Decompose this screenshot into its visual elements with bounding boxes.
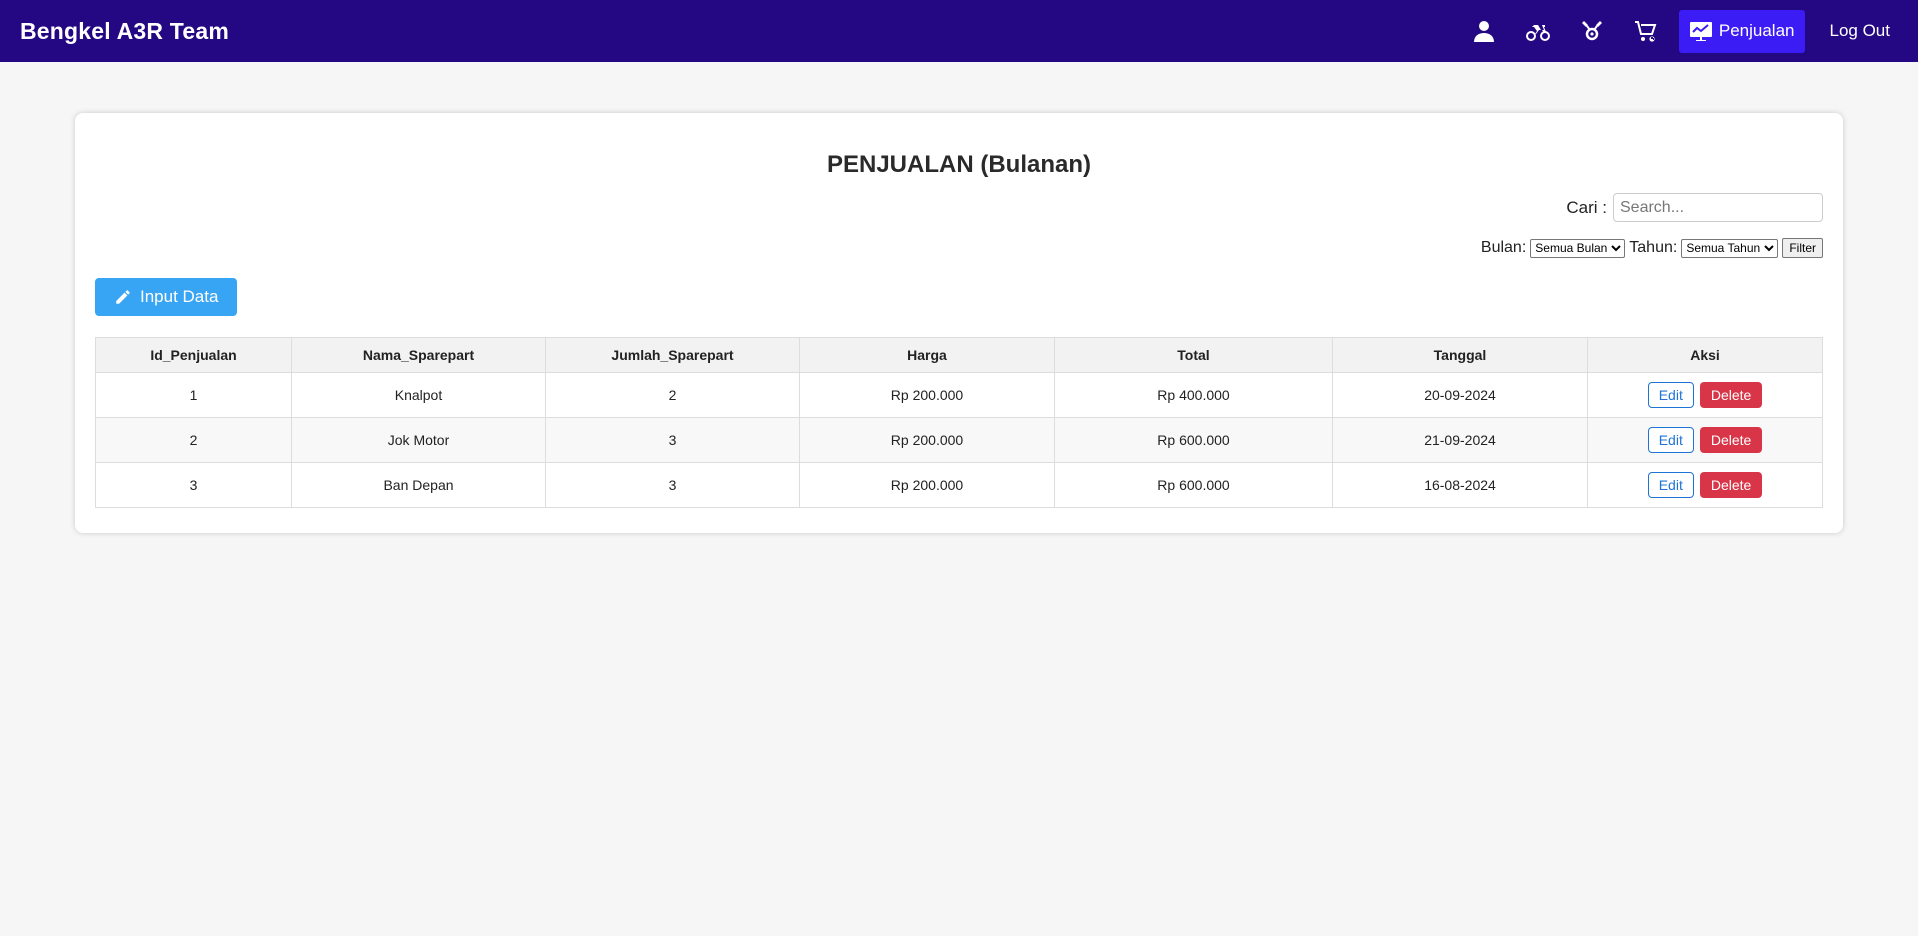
cell-total: Rp 600.000 xyxy=(1054,417,1333,463)
edit-button[interactable]: Edit xyxy=(1647,427,1694,453)
filter-row: Bulan: Semua Bulan Tahun: Semua Tahun Fi… xyxy=(95,238,1823,258)
logout-link[interactable]: Log Out xyxy=(1830,21,1891,41)
cell-harga: Rp 200.000 xyxy=(799,417,1055,463)
cell-tanggal: 16-08-2024 xyxy=(1332,462,1588,508)
nav-cart-link[interactable] xyxy=(1619,9,1673,53)
cell-harga: Rp 200.000 xyxy=(799,372,1055,418)
edit-button[interactable]: Edit xyxy=(1647,382,1694,408)
cell-nama: Jok Motor xyxy=(291,417,546,463)
top-navbar: Bengkel A3R Team Penjualan Log Out xyxy=(0,0,1918,62)
pencil-icon xyxy=(116,290,130,304)
sparepart-icon xyxy=(1581,21,1602,41)
cell-tanggal: 20-09-2024 xyxy=(1332,372,1588,418)
col-nama: Nama_Sparepart xyxy=(291,337,546,373)
search-label: Cari : xyxy=(1566,197,1607,217)
motorcycle-icon xyxy=(1525,25,1550,41)
cell-jumlah: 2 xyxy=(545,372,800,418)
cell-id: 3 xyxy=(95,462,292,508)
cell-total: Rp 600.000 xyxy=(1054,462,1333,508)
nav-penjualan-link[interactable]: Penjualan xyxy=(1678,9,1805,53)
table-row: 1 Knalpot 2 Rp 200.000 Rp 400.000 20-09-… xyxy=(95,372,1823,418)
tahun-select[interactable]: Semua Tahun xyxy=(1681,238,1779,258)
nav-penjualan-label: Penjualan xyxy=(1718,21,1795,40)
col-total: Total xyxy=(1054,337,1333,373)
nav-sparepart-link[interactable] xyxy=(1565,9,1619,53)
col-aksi: Aksi xyxy=(1587,337,1823,373)
delete-button[interactable]: Delete xyxy=(1699,472,1763,498)
user-icon xyxy=(1473,21,1494,42)
cell-nama: Ban Depan xyxy=(291,462,546,508)
table-row: 2 Jok Motor 3 Rp 200.000 Rp 600.000 21-0… xyxy=(95,417,1823,463)
col-harga: Harga xyxy=(799,337,1055,373)
col-jumlah: Jumlah_Sparepart xyxy=(545,337,800,373)
tahun-label: Tahun: xyxy=(1629,239,1678,256)
cell-jumlah: 3 xyxy=(545,417,800,463)
page-title: PENJUALAN (Bulanan) xyxy=(826,151,1091,178)
search-input[interactable] xyxy=(1613,193,1823,222)
input-data-label: Input Data xyxy=(140,287,219,306)
table-row: 3 Ban Depan 3 Rp 200.000 Rp 600.000 16-0… xyxy=(95,462,1823,508)
cell-id: 1 xyxy=(95,372,292,418)
sales-chart-icon xyxy=(1689,22,1712,41)
nav-links: Penjualan Log Out xyxy=(1457,0,1898,62)
col-id: Id_Penjualan xyxy=(95,337,292,373)
nav-motor-link[interactable] xyxy=(1511,9,1565,53)
sales-table: Id_Penjualan Nama_Sparepart Jumlah_Spare… xyxy=(95,337,1823,508)
bulan-select[interactable]: Semua Bulan xyxy=(1530,238,1626,258)
table-header-row: Id_Penjualan Nama_Sparepart Jumlah_Spare… xyxy=(95,337,1823,373)
filter-button[interactable]: Filter xyxy=(1782,238,1823,258)
bulan-label: Bulan: xyxy=(1480,239,1527,256)
cell-aksi: Edit Delete xyxy=(1587,417,1823,463)
cell-nama: Knalpot xyxy=(291,372,546,418)
sales-card: PENJUALAN (Bulanan) Cari : Bulan: Semua … xyxy=(75,113,1843,533)
delete-button[interactable]: Delete xyxy=(1699,427,1763,453)
delete-button[interactable]: Delete xyxy=(1699,382,1763,408)
cell-total: Rp 400.000 xyxy=(1054,372,1333,418)
cart-icon xyxy=(1634,21,1657,42)
cell-harga: Rp 200.000 xyxy=(799,462,1055,508)
cell-tanggal: 21-09-2024 xyxy=(1332,417,1588,463)
brand-title[interactable]: Bengkel A3R Team xyxy=(20,18,229,45)
input-data-button[interactable]: Input Data xyxy=(95,278,238,316)
cell-aksi: Edit Delete xyxy=(1587,462,1823,508)
cell-aksi: Edit Delete xyxy=(1587,372,1823,418)
cell-id: 2 xyxy=(95,417,292,463)
nav-user-link[interactable] xyxy=(1457,9,1511,53)
col-tanggal: Tanggal xyxy=(1332,337,1588,373)
search-row: Cari : xyxy=(95,193,1823,222)
edit-button[interactable]: Edit xyxy=(1647,472,1694,498)
cell-jumlah: 3 xyxy=(545,462,800,508)
